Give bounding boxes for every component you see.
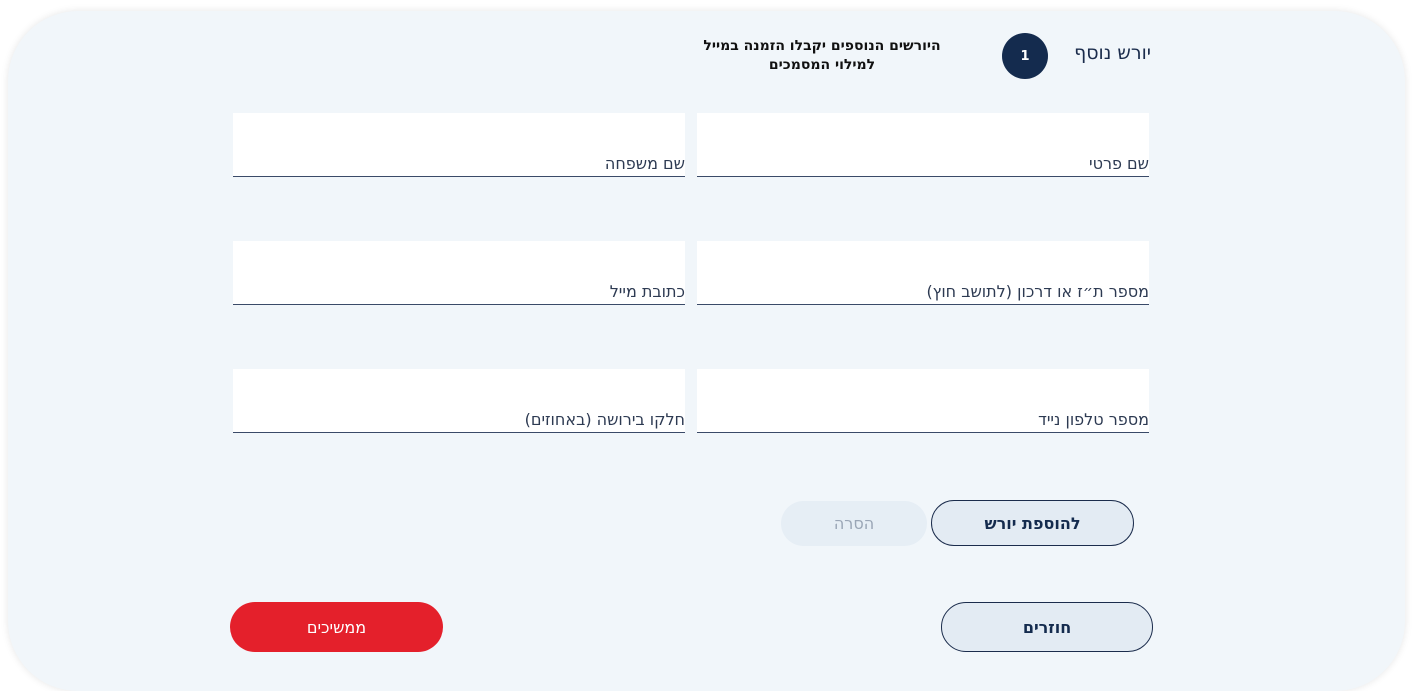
email-input[interactable] [233, 241, 689, 306]
phone-field[interactable]: מספר טלפון נייד [697, 369, 1153, 434]
id-number-field[interactable]: מספר ת״ז או דרכון (לתושב חוץ) [697, 241, 1153, 306]
continue-button[interactable]: ממשיכים [230, 602, 443, 652]
email-field[interactable]: כתובת מייל [233, 241, 689, 306]
last-name-field[interactable]: שם משפחה [233, 113, 689, 178]
first-name-field[interactable]: שם פרטי [697, 113, 1153, 178]
last-name-input[interactable] [233, 113, 689, 178]
inheritance-share-field[interactable]: חלקו בירושה (באחוזים) [233, 369, 689, 434]
id-number-input[interactable] [697, 241, 1153, 306]
add-heir-button[interactable]: להוספת יורש [931, 500, 1134, 546]
back-button[interactable]: חוזרים [941, 602, 1153, 652]
section-title: יורש נוסף [1074, 42, 1151, 64]
inheritance-share-input[interactable] [233, 369, 689, 434]
phone-input[interactable] [697, 369, 1153, 434]
first-name-input[interactable] [697, 113, 1153, 178]
invite-note-line1: היורשים הנוספים יקבלו הזמנה במייל [703, 38, 941, 54]
invite-note: היורשים הנוספים יקבלו הזמנה במייל למילוי… [672, 37, 972, 75]
invite-note-line2: למילוי המסמכים [768, 57, 876, 73]
step-badge: 1 [1002, 33, 1048, 79]
remove-button[interactable]: הסרה [781, 501, 927, 546]
